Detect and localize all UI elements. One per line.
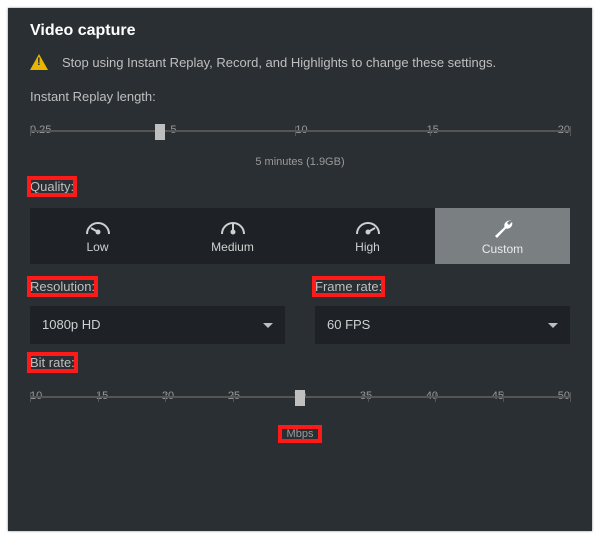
quality-high[interactable]: High [300,208,435,264]
chevron-down-icon [548,323,558,328]
resolution-select[interactable]: 1080p HD [30,306,285,344]
quality-label: Quality: [30,179,74,194]
replay-caption: 5 minutes (1.9GB) [30,156,570,168]
gauge-icon [85,218,111,236]
quality-medium[interactable]: Medium [165,208,300,264]
video-capture-panel: Video capture Stop using Instant Replay,… [8,8,592,531]
warning-row: Stop using Instant Replay, Record, and H… [30,54,570,70]
gauge-icon [220,218,246,236]
wrench-icon [491,218,515,238]
chevron-down-icon [263,323,273,328]
resolution-value: 1080p HD [42,306,101,344]
replay-length-label: Instant Replay length: [30,89,156,104]
bitrate-slider[interactable]: 10 15 20 25 30 35 40 45 50 [30,390,570,422]
gauge-icon [355,218,381,236]
bitrate-label: Bit rate: [30,355,75,370]
resolution-label: Resolution: [30,279,95,294]
warning-text: Stop using Instant Replay, Record, and H… [62,55,496,70]
warning-icon [30,54,48,70]
panel-title: Video capture [30,22,570,40]
framerate-select[interactable]: 60 FPS [315,306,570,344]
framerate-label: Frame rate: [315,279,382,294]
bitrate-unit: Mbps [281,428,320,440]
replay-length-slider[interactable]: 0.25 5 10 15 20 [30,124,570,156]
framerate-value: 60 FPS [327,306,370,344]
quality-custom[interactable]: Custom [435,208,570,264]
bitrate-slider-thumb[interactable] [295,390,305,406]
quality-options: Low Medium High Custom [30,208,570,264]
replay-slider-thumb[interactable] [155,124,165,140]
quality-low[interactable]: Low [30,208,165,264]
